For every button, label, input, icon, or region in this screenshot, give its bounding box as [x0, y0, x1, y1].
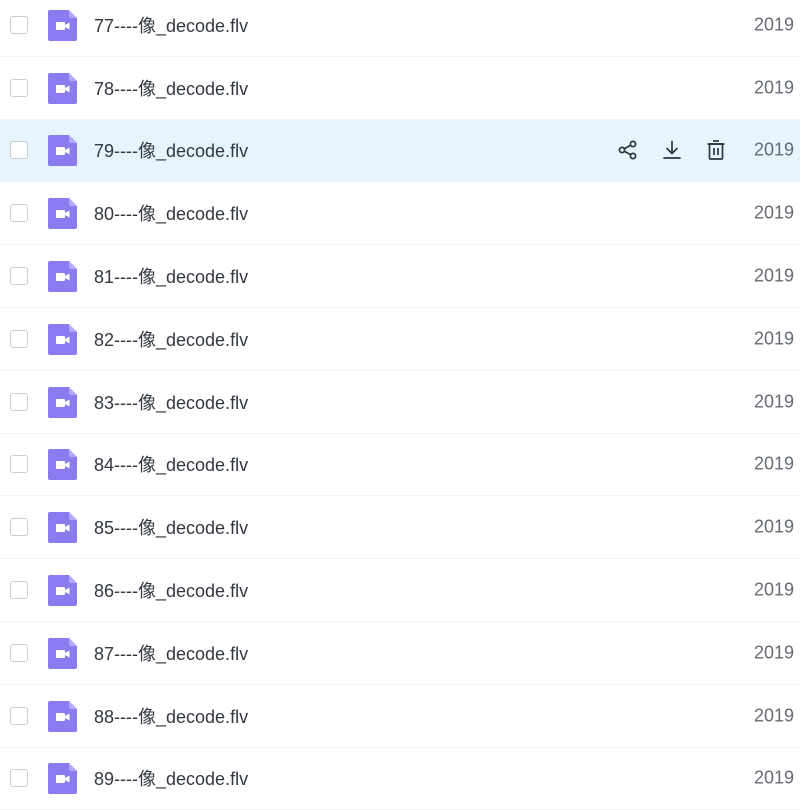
video-file-icon [48, 261, 77, 293]
file-date: 2019 [754, 77, 795, 98]
file-name[interactable]: 86----像_decode.flv [94, 577, 248, 603]
row-checkbox[interactable] [10, 455, 28, 474]
file-row[interactable]: 82----像_decode.flv 2019 [0, 307, 800, 371]
file-date: 2019 [754, 516, 795, 537]
file-row[interactable]: 78----像_decode.flv 2019 [0, 56, 800, 120]
row-checkbox[interactable] [10, 643, 28, 662]
file-row[interactable]: 77----像_decode.flv 2019 [0, 0, 800, 57]
video-file-icon [48, 135, 77, 167]
share-icon[interactable] [616, 138, 640, 162]
file-date: 2019 [754, 265, 795, 286]
file-row[interactable]: 87----像_decode.flv 2019 [0, 621, 800, 685]
file-name[interactable]: 84----像_decode.flv [94, 451, 248, 477]
file-name[interactable]: 89----像_decode.flv [94, 765, 248, 791]
video-file-icon [48, 449, 77, 481]
file-name[interactable]: 87----像_decode.flv [94, 640, 248, 666]
file-row[interactable]: 84----像_decode.flv 2019 [0, 433, 800, 497]
video-file-icon [48, 700, 77, 732]
row-checkbox[interactable] [10, 15, 28, 34]
file-name[interactable]: 80----像_decode.flv [94, 200, 248, 226]
row-checkbox[interactable] [10, 78, 28, 97]
row-checkbox[interactable] [10, 518, 28, 537]
file-date: 2019 [754, 202, 795, 223]
file-date: 2019 [754, 14, 795, 35]
file-name[interactable]: 77----像_decode.flv [94, 12, 248, 38]
row-actions [616, 138, 728, 162]
download-icon[interactable] [660, 138, 684, 162]
file-date: 2019 [754, 705, 795, 726]
video-file-icon [48, 575, 77, 607]
video-file-icon [48, 198, 77, 230]
file-list: 77----像_decode.flv 2019 78----像_decode.flv… [0, 0, 800, 810]
file-row[interactable]: 80----像_decode.flv 2019 [0, 182, 800, 246]
file-date: 2019 [754, 642, 795, 663]
video-file-icon [48, 72, 77, 104]
video-file-icon [48, 386, 77, 418]
file-name[interactable]: 78----像_decode.flv [94, 75, 248, 101]
delete-icon[interactable] [704, 138, 728, 162]
row-checkbox[interactable] [10, 329, 28, 348]
file-date: 2019 [754, 767, 795, 788]
row-checkbox[interactable] [10, 141, 28, 160]
video-file-icon [48, 763, 77, 795]
row-checkbox[interactable] [10, 267, 28, 286]
row-checkbox[interactable] [10, 769, 28, 788]
video-file-icon [48, 9, 77, 41]
video-file-icon [48, 512, 77, 544]
row-checkbox[interactable] [10, 392, 28, 411]
file-name[interactable]: 79----像_decode.flv [94, 137, 248, 163]
file-row[interactable]: 88----像_decode.flv 2019 [0, 684, 800, 748]
file-name[interactable]: 82----像_decode.flv [94, 326, 248, 352]
file-name[interactable]: 81----像_decode.flv [94, 263, 248, 289]
file-row[interactable]: 81----像_decode.flv 2019 [0, 245, 800, 308]
file-name[interactable]: 88----像_decode.flv [94, 703, 248, 729]
file-date: 2019 [754, 139, 795, 160]
row-checkbox[interactable] [10, 706, 28, 725]
file-row[interactable]: 86----像_decode.flv 2019 [0, 559, 800, 622]
file-name[interactable]: 85----像_decode.flv [94, 514, 248, 540]
file-date: 2019 [754, 328, 795, 349]
file-row[interactable]: 83----像_decode.flv 2019 [0, 370, 800, 434]
row-checkbox[interactable] [10, 204, 28, 223]
file-row[interactable]: 89----像_decode.flv 2019 [0, 747, 800, 810]
file-row[interactable]: 85----像_decode.flv 2019 [0, 496, 800, 560]
file-date: 2019 [754, 391, 795, 412]
row-checkbox[interactable] [10, 581, 28, 600]
video-file-icon [48, 323, 77, 355]
file-date: 2019 [754, 579, 795, 600]
video-file-icon [48, 637, 77, 669]
file-row[interactable]: 79----像_decode.flv 2019 [0, 119, 800, 183]
file-name[interactable]: 83----像_decode.flv [94, 389, 248, 415]
file-date: 2019 [754, 453, 795, 474]
